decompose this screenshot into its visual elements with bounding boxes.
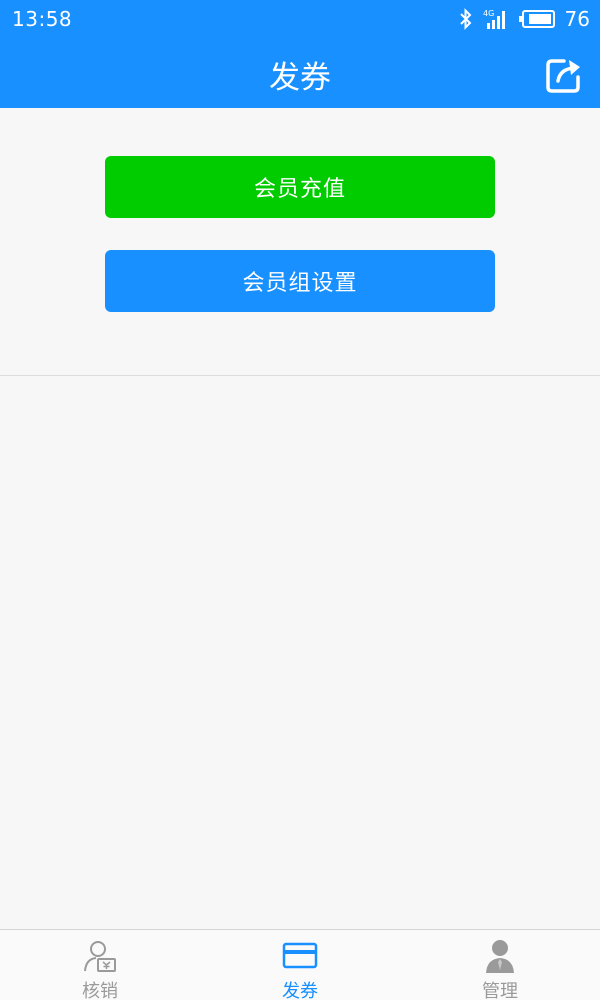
share-button[interactable] [544,55,584,95]
member-group-settings-button[interactable]: 会员组设置 [105,250,495,312]
network-type: 4G [483,9,494,18]
tab-issue-coupon[interactable]: 发券 [200,930,400,1000]
tab-redeem[interactable]: 核销 [0,930,200,1000]
member-recharge-button[interactable]: 会员充值 [105,156,495,218]
tab-label-issue-coupon: 发券 [282,981,318,1000]
tab-label-manage: 管理 [482,981,518,1000]
tab-manage[interactable]: 管理 [400,930,600,1000]
battery-icon [518,10,555,28]
bluetooth-icon [459,8,471,30]
status-icons: 4G 76 [459,6,590,32]
page-title: 发券 [269,60,331,96]
user-icon [486,940,514,973]
card-icon [282,942,318,969]
redeem-icon [84,941,116,972]
tab-label-redeem: 核销 [82,981,118,1000]
status-bar: 13:58 4G 76 [0,0,600,40]
bottom-tab-bar: 核销 发券 管理 [0,929,600,1000]
battery-level: 76 [564,7,590,31]
top-bar: 13:58 4G 76 发券 [0,0,600,108]
actions-panel: 会员充值 会员组设置 [0,108,600,376]
share-icon [546,59,580,93]
app-screen: 13:58 4G 76 发券 会员充值 会员组设置 核销 发券 管理 [0,0,600,1000]
signal-icon: 4G [483,9,505,29]
status-time: 13:58 [12,7,73,31]
